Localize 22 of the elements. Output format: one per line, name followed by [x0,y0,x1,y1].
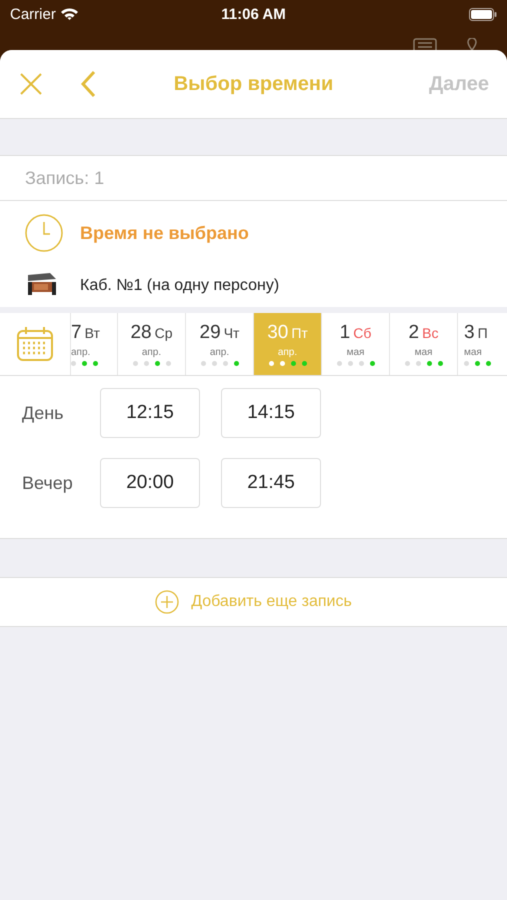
room-name: Каб. №1 (на одну персону) [80,277,280,295]
pin-icon [467,38,477,50]
period-label: Вечер [21,472,74,494]
period-label: День [21,402,65,424]
screen-title: Выбор времени [174,72,334,96]
back-button[interactable] [80,70,96,98]
plus-icon [155,590,180,614]
date-tab[interactable]: 7 Вт апр. [71,313,118,375]
wifi-icon [60,8,78,20]
calendar-icon[interactable] [16,326,54,362]
clock-icon [24,213,64,253]
time-status: Время не выбрано [80,222,250,244]
battery-icon [469,8,497,20]
time-slot-button[interactable]: 12:15 [100,388,200,438]
record-label: Запись: 1 [25,168,104,188]
time-slot-button[interactable]: 14:15 [221,388,321,438]
time-slot-button[interactable]: 21:45 [221,458,321,508]
clock: 11:06 AM [221,6,286,22]
time-slot-button[interactable]: 20:00 [100,458,200,508]
close-button[interactable] [18,71,44,97]
carrier-label: Carrier [10,6,56,22]
list-icon [413,38,437,50]
